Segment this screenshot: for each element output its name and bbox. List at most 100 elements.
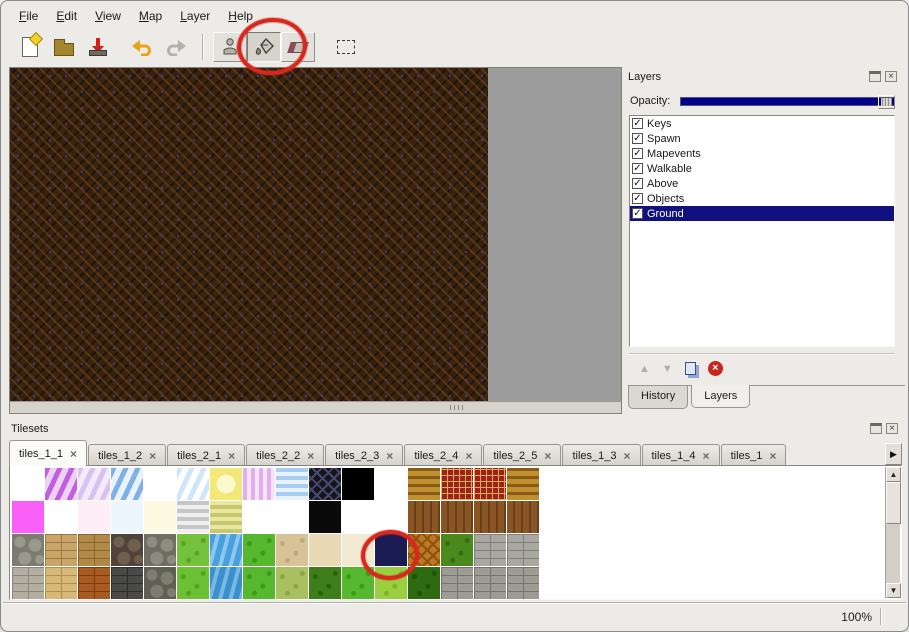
menu-item-file[interactable]: File [11, 7, 46, 27]
palette-tile-r0-c4[interactable] [144, 468, 176, 500]
palette-tile-r2-c7[interactable] [243, 534, 275, 566]
tab-close-icon[interactable]: × [544, 451, 551, 461]
palette-tile-r3-c3[interactable] [111, 567, 143, 599]
duplicate-layer-button[interactable] [685, 362, 696, 375]
tab-scroll-right-button[interactable]: ▶ [885, 443, 902, 465]
lower-layer-button[interactable]: ▼ [662, 363, 673, 375]
palette-tile-r0-c0[interactable] [12, 468, 44, 500]
raise-layer-button[interactable]: ▲ [639, 363, 650, 375]
scrollbar-thumb[interactable] [886, 482, 901, 524]
palette-tile-r2-c2[interactable] [78, 534, 110, 566]
palette-tile-r1-c6[interactable] [210, 501, 242, 533]
tab-close-icon[interactable]: × [70, 449, 77, 459]
palette-tile-r2-c8[interactable] [276, 534, 308, 566]
layer-row-spawn[interactable]: ✓Spawn [630, 131, 894, 146]
palette-tile-r3-c2[interactable] [78, 567, 110, 599]
undo-button[interactable] [125, 32, 159, 62]
palette-tile-r1-c1[interactable] [45, 501, 77, 533]
tab-close-icon[interactable]: × [769, 451, 776, 461]
scrollbar-grip[interactable] [450, 405, 466, 410]
fill-tool-button[interactable] [247, 32, 281, 62]
palette-tile-r0-c2[interactable] [78, 468, 110, 500]
layer-row-ground[interactable]: ✓Ground [630, 206, 894, 221]
close-panel-icon[interactable]: × [885, 71, 897, 82]
palette-tile-r0-c3[interactable] [111, 468, 143, 500]
tab-close-icon[interactable]: × [307, 451, 314, 461]
palette-tile-r3-c4[interactable] [144, 567, 176, 599]
palette-tile-r2-c0[interactable] [12, 534, 44, 566]
layer-visibility-checkbox[interactable]: ✓ [632, 193, 643, 204]
palette-tile-r0-c5[interactable] [177, 468, 209, 500]
palette-tile-r2-c5[interactable] [177, 534, 209, 566]
palette-tile-r3-c7[interactable] [243, 567, 275, 599]
layer-row-objects[interactable]: ✓Objects [630, 191, 894, 206]
tab-close-icon[interactable]: × [228, 451, 235, 461]
palette-tile-r1-c10[interactable] [342, 501, 374, 533]
layer-row-above[interactable]: ✓Above [630, 176, 894, 191]
scroll-up-button[interactable]: ▲ [886, 467, 901, 482]
palette-tile-r1-c12[interactable] [408, 501, 440, 533]
tileset-tab-tiles_1_1[interactable]: tiles_1_1× [9, 440, 87, 466]
tileset-tab-tiles_1_3[interactable]: tiles_1_3× [562, 444, 640, 466]
menu-item-layer[interactable]: Layer [172, 7, 218, 27]
layer-visibility-checkbox[interactable]: ✓ [632, 178, 643, 189]
palette-tile-r3-c5[interactable] [177, 567, 209, 599]
palette-tile-r2-c10[interactable] [342, 534, 374, 566]
tileset-tab-tiles_1_4[interactable]: tiles_1_4× [642, 444, 720, 466]
palette-tile-r0-c10[interactable] [342, 468, 374, 500]
palette-tile-r1-c8[interactable] [276, 501, 308, 533]
palette-tile-r0-c13[interactable] [441, 468, 473, 500]
float-panel-icon[interactable] [869, 71, 881, 82]
palette-tile-r2-c6[interactable] [210, 534, 242, 566]
menu-item-map[interactable]: Map [131, 7, 170, 27]
palette-tile-r3-c0[interactable] [12, 567, 44, 599]
palette-tile-r1-c9[interactable] [309, 501, 341, 533]
palette-tile-r2-c4[interactable] [144, 534, 176, 566]
delete-layer-button[interactable]: × [708, 361, 723, 376]
tab-close-icon[interactable]: × [703, 451, 710, 461]
new-file-button[interactable] [13, 32, 47, 62]
tileset-tab-tiles_2_4[interactable]: tiles_2_4× [404, 444, 482, 466]
palette-tile-r0-c7[interactable] [243, 468, 275, 500]
panel-tab-history[interactable]: History [628, 386, 688, 409]
palette-tile-r2-c15[interactable] [507, 534, 539, 566]
palette-tile-r0-c11[interactable] [375, 468, 407, 500]
palette-tile-r1-c14[interactable] [474, 501, 506, 533]
tileset-tab-tiles_1_2[interactable]: tiles_1_2× [88, 444, 166, 466]
palette-tile-r3-c15[interactable] [507, 567, 539, 599]
palette-tile-r0-c1[interactable] [45, 468, 77, 500]
tileset-tab-tiles_2_1[interactable]: tiles_2_1× [167, 444, 245, 466]
open-file-button[interactable] [47, 32, 81, 62]
opacity-slider[interactable] [680, 97, 895, 106]
close-tilesets-icon[interactable]: × [886, 423, 898, 434]
palette-tile-r0-c12[interactable] [408, 468, 440, 500]
palette-tile-r0-c9[interactable] [309, 468, 341, 500]
eraser-tool-button[interactable] [281, 32, 315, 62]
menu-item-view[interactable]: View [87, 7, 129, 27]
palette-tile-r2-c13[interactable] [441, 534, 473, 566]
tab-close-icon[interactable]: × [149, 451, 156, 461]
tileset-tab-tiles_1[interactable]: tiles_1× [721, 444, 787, 466]
palette-tile-r1-c2[interactable] [78, 501, 110, 533]
opacity-slider-thumb[interactable] [878, 95, 895, 109]
layer-visibility-checkbox[interactable]: ✓ [632, 133, 643, 144]
tab-close-icon[interactable]: × [386, 451, 393, 461]
palette-tile-r3-c6[interactable] [210, 567, 242, 599]
palette-tile-r3-c1[interactable] [45, 567, 77, 599]
palette-tile-r2-c12[interactable] [408, 534, 440, 566]
palette-tile-r3-c10[interactable] [342, 567, 374, 599]
palette-tile-r3-c11[interactable] [375, 567, 407, 599]
palette-tile-r0-c15[interactable] [507, 468, 539, 500]
palette-tile-r3-c12[interactable] [408, 567, 440, 599]
palette-tile-r1-c13[interactable] [441, 501, 473, 533]
tab-close-icon[interactable]: × [465, 451, 472, 461]
palette-tile-r1-c4[interactable] [144, 501, 176, 533]
rect-select-tool-button[interactable] [329, 32, 363, 62]
palette-tile-r0-c14[interactable] [474, 468, 506, 500]
palette-tile-r2-c1[interactable] [45, 534, 77, 566]
save-button[interactable] [81, 32, 115, 62]
tileset-tab-tiles_2_5[interactable]: tiles_2_5× [483, 444, 561, 466]
palette-tile-r1-c3[interactable] [111, 501, 143, 533]
menu-item-edit[interactable]: Edit [48, 7, 85, 27]
palette-tile-r3-c9[interactable] [309, 567, 341, 599]
